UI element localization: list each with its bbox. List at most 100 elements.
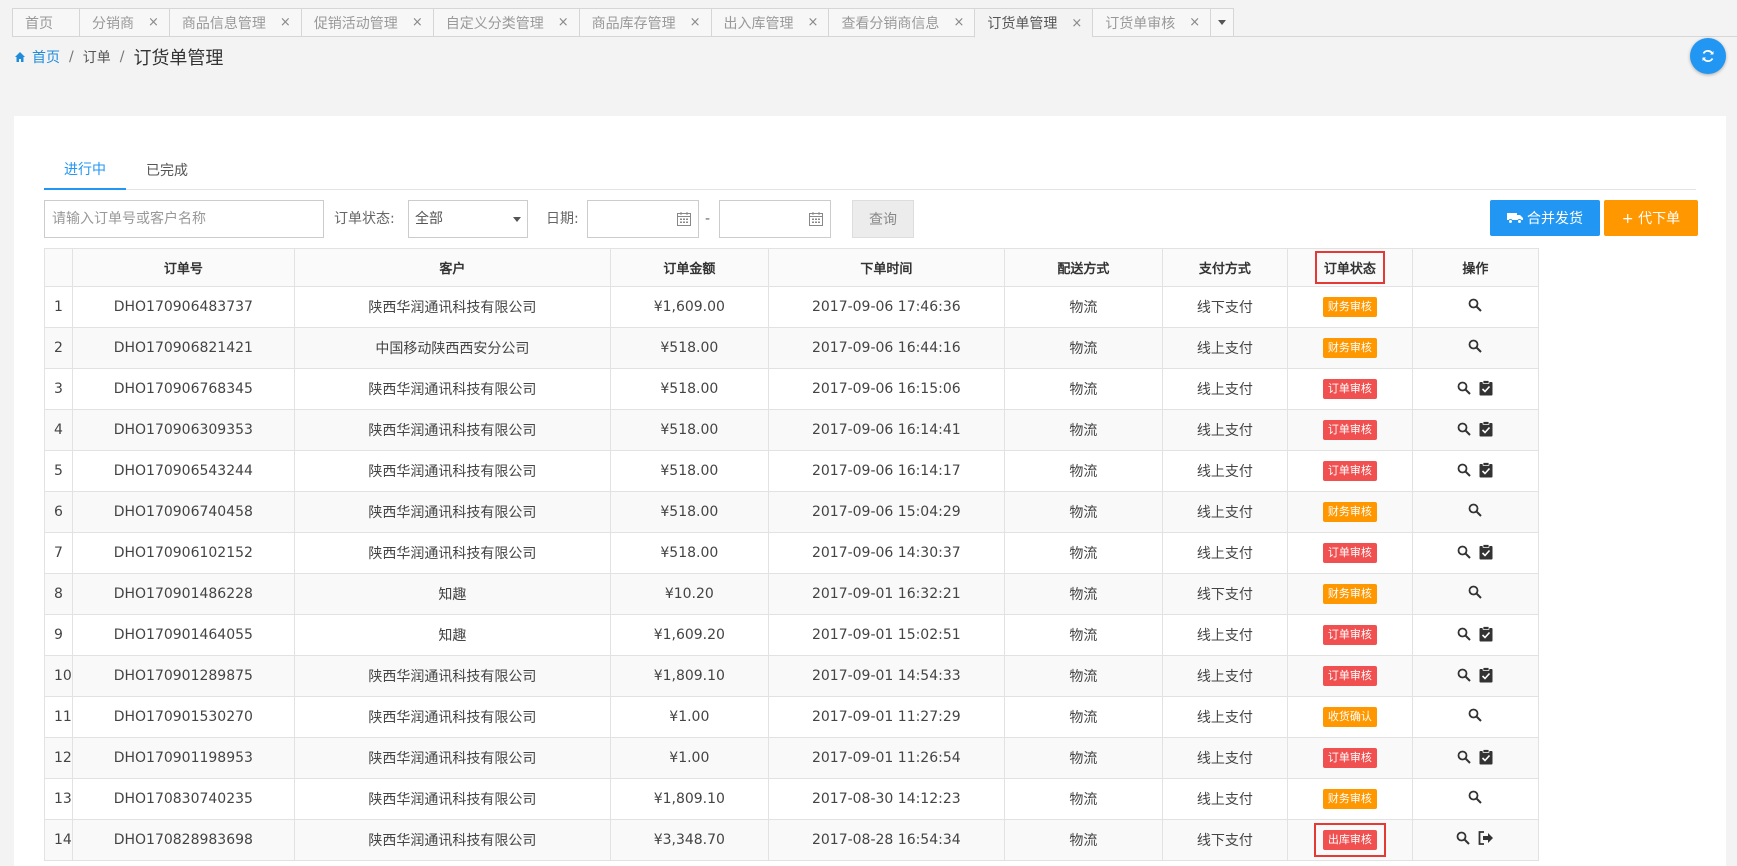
search-icon[interactable]	[1468, 503, 1483, 517]
status-badge: 收货确认	[1322, 707, 1377, 727]
order-time: 2017-08-30 14:12:23	[767, 778, 1005, 820]
tab-completed[interactable]: 已完成	[126, 150, 208, 190]
query-button[interactable]: 查询	[852, 200, 914, 238]
tab-2[interactable]: 商品信息管理 ×	[168, 8, 301, 37]
search-icon[interactable]	[1468, 298, 1483, 312]
approve-clipboard-icon[interactable]	[1479, 666, 1493, 683]
row-index: 8	[44, 573, 73, 615]
tab-4[interactable]: 自定义分类管理 ×	[432, 8, 579, 37]
approve-clipboard-icon[interactable]	[1479, 748, 1493, 765]
table-row: 1 DHO170906483737 陕西华润通讯科技有限公司 ¥1,609.00 201…	[44, 286, 1539, 328]
close-icon[interactable]: ×	[953, 15, 964, 30]
search-icon[interactable]	[1457, 750, 1472, 764]
refresh-button[interactable]	[1690, 38, 1726, 74]
status-cell: 出库审核	[1286, 819, 1413, 861]
actions-cell	[1411, 409, 1539, 451]
tab-in-progress[interactable]: 进行中	[44, 150, 126, 190]
shipping-method: 物流	[1003, 737, 1163, 779]
order-number: DHO170901530270	[71, 696, 295, 738]
status-cell: 财务审核	[1286, 286, 1413, 328]
close-icon[interactable]: ×	[808, 15, 819, 30]
outbound-icon[interactable]	[1478, 831, 1494, 845]
tab-menu-button[interactable]	[1210, 8, 1235, 37]
search-icon[interactable]	[1456, 831, 1471, 845]
calendar-icon	[809, 212, 823, 226]
tab-8[interactable]: 订货单管理 ×	[974, 8, 1093, 38]
order-amount: ¥518.00	[609, 491, 769, 533]
status-badge: 财务审核	[1322, 502, 1377, 522]
status-filter-label: 订单状态:	[334, 211, 395, 227]
breadcrumb-order[interactable]: 订单	[83, 47, 111, 67]
search-icon[interactable]	[1468, 708, 1483, 722]
order-amount: ¥10.20	[609, 573, 769, 615]
search-icon[interactable]	[1457, 668, 1472, 682]
status-badge: 财务审核	[1322, 297, 1377, 317]
payment-method: 线下支付	[1161, 573, 1288, 615]
approve-clipboard-icon[interactable]	[1479, 420, 1493, 437]
column-header: 操作	[1411, 248, 1539, 287]
close-icon[interactable]: ×	[1071, 16, 1082, 31]
tab-0[interactable]: 首页	[12, 8, 79, 37]
approve-clipboard-icon[interactable]	[1479, 625, 1493, 642]
payment-method: 线上支付	[1161, 491, 1288, 533]
shipping-method: 物流	[1003, 286, 1163, 328]
search-icon[interactable]	[1468, 585, 1483, 599]
search-icon[interactable]	[1457, 463, 1472, 477]
status-cell: 财务审核	[1286, 573, 1413, 615]
row-index: 1	[44, 286, 73, 328]
status-badge: 订单审核	[1322, 543, 1377, 563]
merge-shipment-button[interactable]: 合并发货	[1490, 200, 1600, 236]
tab-3[interactable]: 促销活动管理 ×	[300, 8, 433, 37]
tab-label: 出入库管理	[723, 15, 794, 32]
status-badge: 订单审核	[1322, 748, 1377, 768]
search-icon[interactable]	[1468, 790, 1483, 804]
customer-name: 陕西华润通讯科技有限公司	[293, 491, 611, 533]
close-icon[interactable]: ×	[1189, 15, 1200, 30]
tab-6[interactable]: 出入库管理 ×	[710, 8, 829, 37]
search-input[interactable]	[44, 200, 324, 238]
close-icon[interactable]: ×	[558, 15, 569, 30]
tab-7[interactable]: 查看分销商信息 ×	[828, 8, 975, 37]
search-icon[interactable]	[1457, 422, 1472, 436]
approve-clipboard-icon[interactable]	[1479, 461, 1493, 478]
search-icon[interactable]	[1457, 545, 1472, 559]
close-icon[interactable]: ×	[412, 15, 423, 30]
status-cell: 财务审核	[1286, 778, 1413, 820]
table-row: 3 DHO170906768345 陕西华润通讯科技有限公司 ¥518.00 2017-…	[44, 368, 1539, 410]
breadcrumb-home-link[interactable]: 首页	[32, 47, 60, 67]
customer-name: 陕西华润通讯科技有限公司	[293, 409, 611, 451]
row-index: 4	[44, 409, 73, 451]
breadcrumb-separator: /	[69, 49, 74, 65]
search-icon[interactable]	[1468, 339, 1483, 353]
order-amount: ¥1,609.20	[609, 614, 769, 656]
proxy-order-button[interactable]: + 代下单	[1604, 200, 1698, 236]
order-number: DHO170901289875	[71, 655, 295, 697]
status-select[interactable]: 全部	[408, 200, 528, 238]
end-date-input[interactable]	[719, 200, 831, 238]
approve-clipboard-icon[interactable]	[1479, 543, 1493, 560]
shipping-method: 物流	[1003, 819, 1163, 861]
status-cell: 订单审核	[1286, 532, 1413, 574]
close-icon[interactable]: ×	[690, 15, 701, 30]
start-date-input[interactable]	[587, 200, 699, 238]
calendar-icon	[677, 212, 691, 226]
table-row: 14 DHO170828983698 陕西华润通讯科技有限公司 ¥3,348.70 20…	[44, 819, 1539, 861]
tab-9[interactable]: 订货单审核 ×	[1092, 8, 1211, 37]
customer-name: 知趣	[293, 573, 611, 615]
status-cell: 订单审核	[1286, 737, 1413, 779]
table-row: 5 DHO170906543244 陕西华润通讯科技有限公司 ¥518.00 2017-…	[44, 450, 1539, 492]
filter-bar: 订单状态: 全部 日期: - 查询 合并发货 + 代下单	[44, 200, 1710, 238]
close-icon[interactable]: ×	[148, 15, 159, 30]
order-number: DHO170901464055	[71, 614, 295, 656]
tab-5[interactable]: 商品库存管理 ×	[578, 8, 711, 37]
customer-name: 陕西华润通讯科技有限公司	[293, 368, 611, 410]
table-row: 11 DHO170901530270 陕西华润通讯科技有限公司 ¥1.00 2017-0…	[44, 696, 1539, 738]
actions-cell	[1411, 696, 1539, 738]
order-panel: 进行中 已完成 订单状态: 全部 日期: - 查询 合并发货 + 代下单 订单号	[14, 116, 1726, 866]
tab-1[interactable]: 分销商 ×	[79, 8, 169, 37]
approve-clipboard-icon[interactable]	[1479, 379, 1493, 396]
close-icon[interactable]: ×	[280, 15, 291, 30]
search-icon[interactable]	[1457, 627, 1472, 641]
search-icon[interactable]	[1457, 381, 1472, 395]
status-badge: 出库审核	[1322, 830, 1377, 850]
